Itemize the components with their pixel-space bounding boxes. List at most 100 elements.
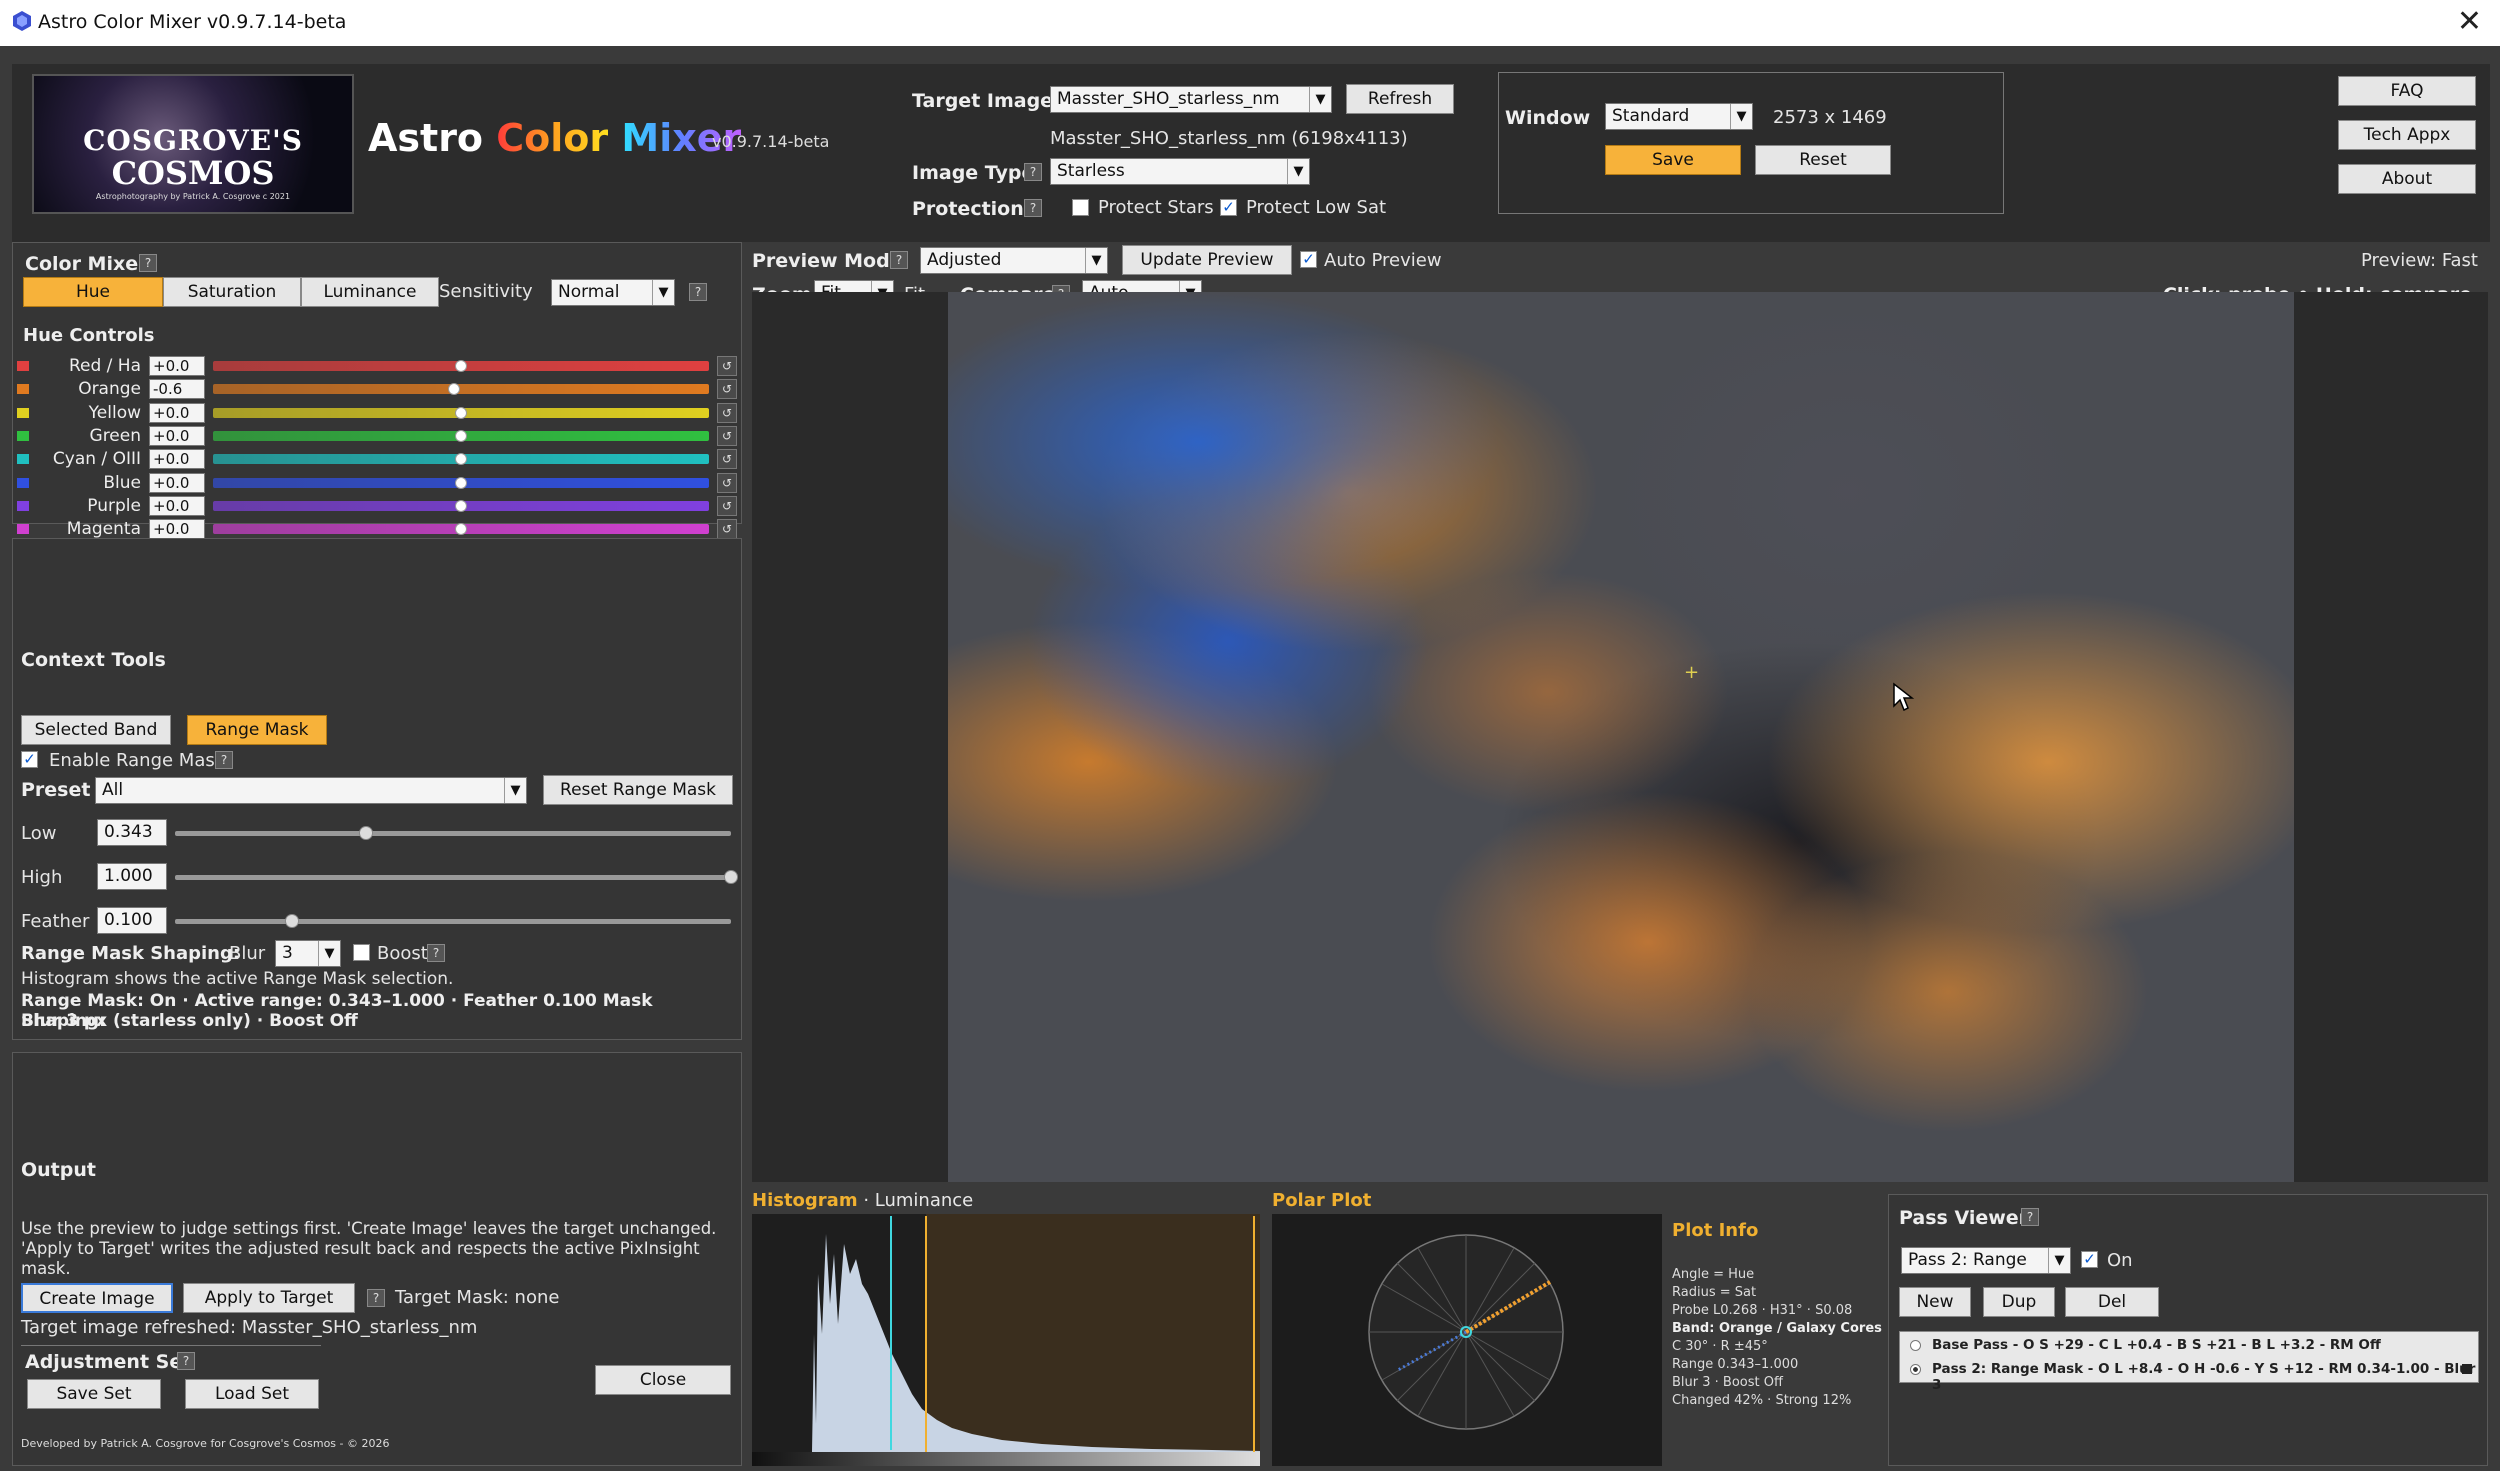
color-mixer-panel: Color Mixer ? Hue Saturation Luminance S… [12, 242, 743, 540]
boost-checkbox[interactable] [353, 944, 370, 961]
load-set-button[interactable]: Load Set [185, 1379, 319, 1409]
about-button[interactable]: About [2338, 164, 2476, 194]
feather-input[interactable]: 0.100 [97, 907, 167, 934]
polar-panel: Polar Plot [1272, 1190, 1662, 1466]
enable-range-mask-checkbox[interactable]: ✓ [21, 751, 38, 768]
image-type-select[interactable]: Starless ▼ [1050, 158, 1310, 185]
preset-select[interactable]: All ▼ [95, 777, 527, 804]
histogram-graph[interactable] [752, 1214, 1260, 1466]
faq-button[interactable]: FAQ [2338, 76, 2476, 106]
reset-icon[interactable]: ↺ [717, 472, 737, 493]
pass-select[interactable]: Pass 2: Range ▼ [1901, 1247, 2071, 1274]
feather-slider[interactable] [175, 914, 731, 928]
create-image-button[interactable]: Create Image [21, 1283, 173, 1313]
reset-icon[interactable]: ↺ [717, 519, 737, 540]
hue-value-input[interactable]: +0.0 [149, 425, 205, 446]
window-select[interactable]: Standard ▼ [1605, 103, 1753, 130]
hue-slider-knob[interactable] [455, 499, 467, 512]
help-icon[interactable]: ? [427, 944, 445, 962]
hue-row: Cyan / OIII +0.0 ↺ [13, 448, 743, 471]
hue-row: Orange -0.6 ↺ [13, 378, 743, 401]
high-slider[interactable] [175, 870, 738, 884]
plot-info-line: Angle = Hue [1672, 1267, 1755, 1282]
window-label: Window [1505, 107, 1591, 129]
dup-pass-button[interactable]: Dup [1983, 1287, 2055, 1317]
help-icon[interactable]: ? [890, 251, 908, 269]
close-button[interactable]: Close [595, 1365, 731, 1395]
reset-icon[interactable]: ↺ [717, 379, 737, 400]
sensitivity-select[interactable]: Normal ▼ [551, 279, 675, 306]
del-pass-button[interactable]: Del [2065, 1287, 2159, 1317]
preview-mode-select[interactable]: Adjusted ▼ [920, 247, 1108, 274]
tech-appx-button[interactable]: Tech Appx [2338, 120, 2476, 150]
low-slider-knob[interactable] [358, 826, 373, 840]
hue-slider-knob[interactable] [455, 476, 467, 489]
high-slider-knob[interactable] [724, 870, 738, 884]
help-icon[interactable]: ? [1024, 163, 1042, 181]
hue-value-input[interactable]: +0.0 [149, 449, 205, 470]
feather-slider-knob[interactable] [284, 914, 299, 928]
hue-slider-knob[interactable] [455, 360, 467, 372]
hue-slider[interactable] [213, 384, 709, 395]
save-set-button[interactable]: Save Set [27, 1379, 161, 1409]
hue-value-input[interactable]: -0.6 [149, 379, 205, 400]
refresh-button[interactable]: Refresh [1346, 84, 1454, 114]
hue-slider-knob[interactable] [455, 429, 467, 442]
preview-image[interactable] [948, 292, 2294, 1182]
hue-band-label: Orange [78, 379, 141, 400]
tab-luminance[interactable]: Luminance [301, 277, 439, 307]
pass-list-item[interactable]: Base Pass - O S +29 - C L +0.4 - B S +21… [1900, 1334, 2478, 1356]
preview-canvas[interactable]: + [752, 292, 2488, 1182]
hue-value-input[interactable]: +0.0 [149, 495, 205, 516]
target-select[interactable]: Masster_SHO_starless_nm ▼ [1050, 86, 1332, 113]
reset-icon[interactable]: ↺ [717, 449, 737, 470]
help-icon[interactable]: ? [215, 751, 233, 769]
radio-icon[interactable] [1910, 1364, 1921, 1375]
low-input[interactable]: 0.343 [97, 819, 167, 846]
hue-slider-knob[interactable] [455, 523, 467, 536]
hue-value-input[interactable]: +0.0 [149, 519, 205, 540]
high-input[interactable]: 1.000 [97, 863, 167, 890]
help-icon[interactable]: ? [177, 1352, 195, 1370]
tab-hue[interactable]: Hue [23, 277, 163, 307]
apply-to-target-button[interactable]: Apply to Target [183, 1283, 355, 1313]
help-icon[interactable]: ? [1024, 199, 1042, 217]
pass-viewer-panel: Pass Viewer ? Pass 2: Range ▼ ✓ On New Du… [1888, 1194, 2488, 1466]
active-marker-icon [2462, 1364, 2472, 1374]
help-icon[interactable]: ? [2021, 1208, 2039, 1226]
help-icon[interactable]: ? [367, 1289, 385, 1307]
polar-graph[interactable] [1272, 1214, 1662, 1466]
protect-low-sat-checkbox[interactable]: ✓ [1220, 199, 1237, 216]
hue-value-input[interactable]: +0.0 [149, 402, 205, 423]
reset-icon[interactable]: ↺ [717, 402, 737, 423]
app-version: v0.9.7.14-beta [712, 132, 830, 151]
reset-icon[interactable]: ↺ [717, 495, 737, 516]
tab-saturation[interactable]: Saturation [163, 277, 301, 307]
reset-button[interactable]: Reset [1755, 145, 1891, 175]
selected-band-button[interactable]: Selected Band [21, 715, 171, 745]
pass-list-item[interactable]: Pass 2: Range Mask - O L +8.4 - O H -0.6… [1900, 1358, 2478, 1393]
reset-icon[interactable]: ↺ [717, 425, 737, 446]
help-icon[interactable]: ? [139, 254, 157, 272]
blur-select[interactable]: 3 ▼ [275, 940, 341, 967]
update-preview-button[interactable]: Update Preview [1122, 245, 1292, 275]
radio-icon[interactable] [1910, 1340, 1921, 1351]
hue-slider-knob[interactable] [447, 383, 460, 396]
range-mask-button[interactable]: Range Mask [187, 715, 327, 745]
hue-band-label: Purple [87, 495, 141, 516]
target-info: Masster_SHO_starless_nm (6198x4113) [1050, 128, 1408, 149]
new-pass-button[interactable]: New [1899, 1287, 1971, 1317]
help-icon[interactable]: ? [689, 283, 707, 301]
hue-value-input[interactable]: +0.0 [149, 472, 205, 493]
auto-preview-checkbox[interactable]: ✓ [1300, 251, 1317, 268]
hue-slider-knob[interactable] [455, 406, 467, 419]
low-slider[interactable] [175, 826, 731, 840]
pass-on-checkbox[interactable]: ✓ [2081, 1251, 2098, 1268]
protect-stars-checkbox[interactable] [1072, 199, 1089, 216]
save-button[interactable]: Save [1605, 145, 1741, 175]
hue-value-input[interactable]: +0.0 [149, 356, 205, 376]
high-label: High [21, 867, 63, 888]
close-icon[interactable]: ✕ [2457, 4, 2482, 39]
reset-icon[interactable]: ↺ [717, 356, 737, 376]
reset-range-mask-button[interactable]: Reset Range Mask [543, 775, 733, 805]
